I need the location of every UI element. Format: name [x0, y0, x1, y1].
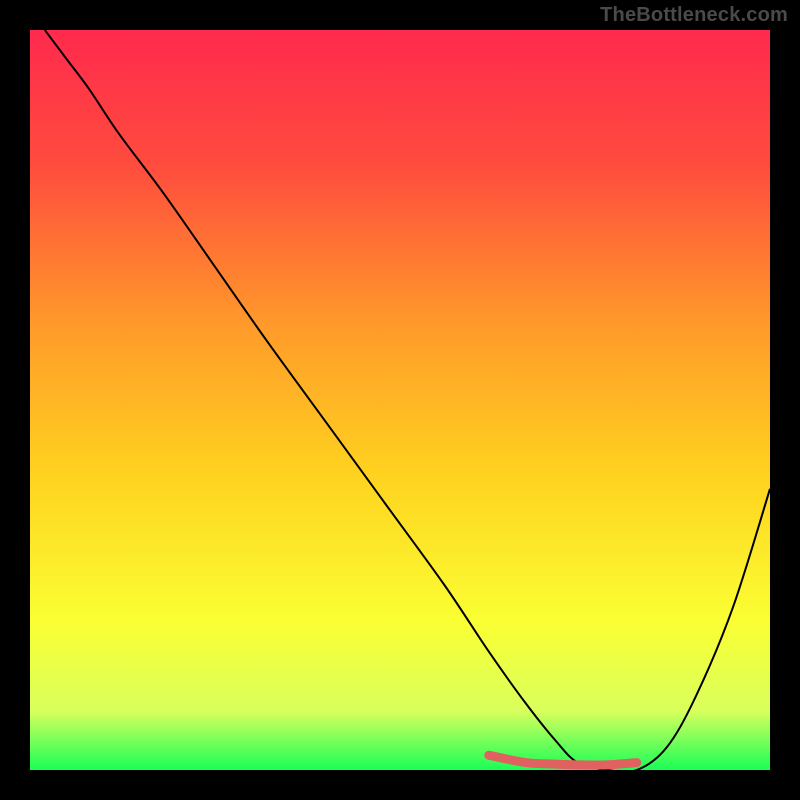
chart-svg	[30, 30, 770, 770]
gradient-background	[30, 30, 770, 770]
plot-area	[30, 30, 770, 770]
watermark-text: TheBottleneck.com	[600, 4, 788, 27]
chart-container: TheBottleneck.com	[0, 0, 800, 800]
